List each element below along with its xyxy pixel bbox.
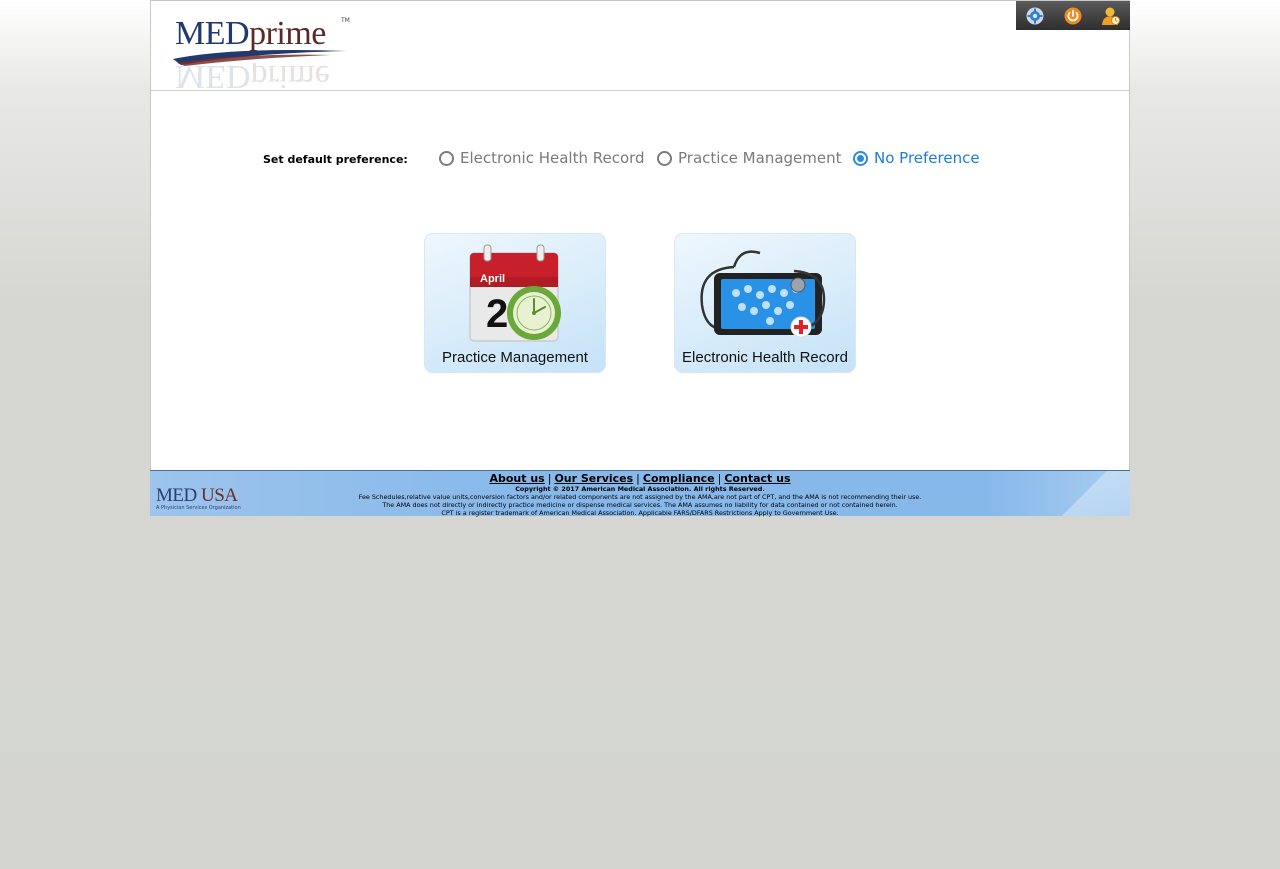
- radio-no-preference[interactable]: No Preference: [853, 149, 980, 167]
- separator: |: [636, 472, 640, 485]
- main-frame: MEDprime TM MEDprime Set default prefere…: [150, 0, 1130, 515]
- radio-practice-management[interactable]: Practice Management: [657, 149, 842, 167]
- footer-decoration: [1050, 471, 1130, 516]
- tile-label: Practice Management: [442, 349, 588, 366]
- radio-button-selected[interactable]: [853, 150, 868, 166]
- calendar-month-text: April: [480, 273, 505, 285]
- settings-button[interactable]: [1023, 4, 1047, 28]
- settings-gear-icon: [1026, 7, 1044, 24]
- tablet-stethoscope-icon: [700, 250, 826, 338]
- medprime-logo: MEDprime TM MEDprime: [171, 15, 351, 89]
- radio-electronic-health-record[interactable]: Electronic Health Record: [439, 149, 645, 167]
- footer-copyright: Copyright © 2017 American Medical Associ…: [515, 485, 765, 493]
- tile-label: Electronic Health Record: [682, 349, 848, 366]
- footer-legal-text: Copyright © 2017 American Medical Associ…: [150, 485, 1130, 517]
- radio-button[interactable]: [439, 150, 454, 166]
- footer-link-about[interactable]: About us: [489, 472, 544, 485]
- footer-link-compliance[interactable]: Compliance: [643, 472, 715, 485]
- default-preference-row: Set default preference: Electronic Healt…: [263, 149, 1023, 173]
- footer-link-services[interactable]: Our Services: [554, 472, 633, 485]
- power-icon: [1064, 7, 1082, 24]
- logout-button[interactable]: [1061, 4, 1085, 28]
- footer-link-contact[interactable]: Contact us: [724, 472, 790, 485]
- radio-button[interactable]: [657, 150, 672, 166]
- separator: |: [717, 472, 722, 485]
- practice-management-tile[interactable]: April 2 Practice Management: [424, 233, 606, 373]
- footer-legal-line: Fee Schedules,relative value units,conve…: [358, 493, 922, 501]
- logo-trademark: TM: [341, 17, 350, 24]
- top-toolbar: [1016, 1, 1130, 30]
- footer: MED USA A Physician Services Organizatio…: [150, 470, 1130, 517]
- radio-label: No Preference: [874, 149, 980, 167]
- radio-label: Electronic Health Record: [460, 149, 645, 167]
- calendar-clock-icon: April 2: [469, 244, 561, 342]
- preference-label: Set default preference:: [263, 153, 408, 166]
- footer-legal-line: The AMA does not directly or indirectly …: [382, 501, 898, 509]
- user-profile-button[interactable]: [1099, 4, 1123, 28]
- radio-label: Practice Management: [678, 149, 842, 167]
- logo-reflection: MEDprime: [175, 63, 330, 89]
- footer-legal-line: CPT is a register trademark of American …: [441, 509, 839, 517]
- separator: |: [547, 472, 552, 485]
- calendar-day-text: 2: [486, 292, 508, 336]
- header: MEDprime TM MEDprime: [151, 1, 1130, 91]
- user-icon: [1102, 7, 1120, 25]
- electronic-health-record-tile[interactable]: Electronic Health Record: [674, 233, 856, 373]
- footer-links: About us | Our Services | Compliance | Contact…: [150, 472, 1130, 485]
